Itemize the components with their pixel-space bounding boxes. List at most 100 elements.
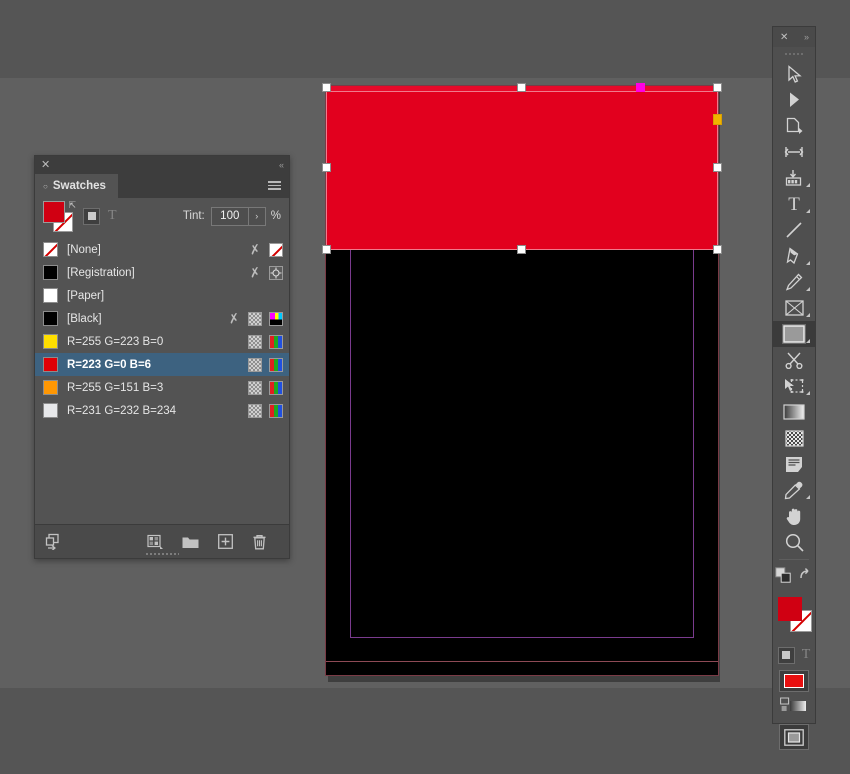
fill-stroke-proxy[interactable]: ⇱ (43, 200, 76, 232)
selection-handle-middle-right[interactable] (713, 163, 722, 172)
swatch-color-chip[interactable] (43, 334, 58, 349)
apply-color-button[interactable] (779, 670, 809, 692)
selection-handle-bottom-right[interactable] (713, 245, 722, 254)
add-to-library-icon[interactable] (45, 533, 62, 550)
screen-mode-button[interactable] (779, 724, 809, 750)
swatch-name-label: [None] (67, 243, 101, 256)
panel-footer-toolbar (35, 524, 289, 558)
selection-handle-bottom-left[interactable] (322, 245, 331, 254)
apply-gradient-none-row (773, 692, 815, 718)
selection-handle-top-right[interactable] (713, 83, 722, 92)
expand-panel-icon[interactable]: » (804, 32, 809, 42)
free-transform-tool[interactable] (773, 373, 815, 399)
collapse-panel-icon[interactable]: « (279, 160, 284, 170)
panel-menu-icon[interactable] (268, 181, 281, 191)
selection-handle-top-left[interactable] (322, 83, 331, 92)
hand-tool[interactable] (773, 503, 815, 529)
page-tool[interactable] (773, 113, 815, 139)
document-page[interactable] (325, 85, 719, 676)
dock-fill-stroke-proxy[interactable] (773, 588, 815, 644)
selection-handle-reference-point[interactable] (636, 83, 645, 92)
gap-tool[interactable] (773, 139, 815, 165)
swatch-row[interactable]: R=223 G=0 B=6 (35, 353, 289, 376)
selection-handle-bottom-center[interactable] (517, 245, 526, 254)
tools-panel-header[interactable]: ✕ » (773, 27, 815, 47)
dock-fill-swatch[interactable] (778, 597, 802, 621)
swatch-row[interactable]: R=255 G=223 B=0 (35, 330, 289, 353)
delete-swatch-icon[interactable] (252, 534, 267, 550)
line-tool[interactable] (773, 217, 815, 243)
swatch-list[interactable]: [None] ✗ [Registration] ✗ [Paper] [Black] ✗ R=2… (35, 238, 289, 524)
swatch-color-chip[interactable] (43, 242, 58, 257)
rectangle-frame-tool[interactable] (773, 295, 815, 321)
formatting-affects-group: T (83, 207, 117, 225)
swatch-row[interactable]: [Registration] ✗ (35, 261, 289, 284)
close-icon[interactable]: ✕ (780, 32, 788, 43)
swatch-color-chip[interactable] (43, 357, 58, 372)
corner-options-handle[interactable] (713, 114, 722, 125)
swatch-icon-group (248, 380, 283, 395)
gradient-feather-tool[interactable] (773, 425, 815, 451)
swatches-panel[interactable]: ✕ « ○ Swatches ⇱ T Tint: 100 › % [None] … (34, 155, 290, 559)
swatch-name-label: [Black] (67, 312, 102, 325)
swap-fill-stroke-icon[interactable]: ⇱ (68, 200, 76, 211)
content-collector-tool[interactable] (773, 165, 815, 191)
swatch-row[interactable]: [Paper] (35, 284, 289, 307)
tint-input[interactable]: 100 (211, 207, 248, 225)
selection-handle-top-center[interactable] (517, 83, 526, 92)
panel-titlebar[interactable]: ✕ « (35, 156, 289, 174)
scissors-tool[interactable] (773, 347, 815, 373)
zoom-tool[interactable] (773, 529, 815, 555)
new-color-group-icon[interactable] (147, 534, 163, 550)
tools-panel[interactable]: ✕ » T T (772, 26, 816, 750)
new-swatch-icon[interactable] (218, 534, 233, 549)
document-window[interactable] (322, 83, 722, 682)
swatch-row[interactable]: [None] ✗ (35, 238, 289, 261)
panel-resize-grip[interactable] (145, 552, 179, 556)
application-window: ✕ « ○ Swatches ⇱ T Tint: 100 › % [None] … (0, 0, 850, 774)
swatch-color-chip[interactable] (43, 265, 58, 280)
direct-selection-tool[interactable] (773, 87, 815, 113)
formatting-affects-container-icon[interactable] (83, 207, 100, 225)
eyedropper-tool[interactable] (773, 477, 815, 503)
gradient-swatch-tool[interactable] (773, 399, 815, 425)
tab-swatches[interactable]: ○ Swatches (35, 174, 118, 198)
bottom-chrome (0, 688, 850, 774)
selection-handle-middle-left[interactable] (322, 163, 331, 172)
rectangle-tool[interactable] (773, 321, 815, 347)
swatch-name-label: [Paper] (67, 289, 105, 302)
selection-tool[interactable] (773, 61, 815, 87)
formatting-affects-text-icon[interactable]: T (802, 647, 811, 663)
close-icon[interactable]: ✕ (41, 159, 50, 171)
swap-fill-stroke-icon[interactable] (799, 568, 814, 582)
swatch-color-chip[interactable] (43, 380, 58, 395)
rgb-color-mode-icon (269, 380, 283, 395)
lock-pin-icon: ✗ (248, 240, 262, 258)
pen-tool[interactable] (773, 243, 815, 269)
bleed-guide (326, 661, 718, 662)
folder-icon[interactable] (182, 535, 199, 549)
tint-field[interactable]: 100 › (210, 206, 266, 226)
swatch-row[interactable]: R=231 G=232 B=234 (35, 399, 289, 422)
panel-tab-bar[interactable]: ○ Swatches (35, 174, 289, 198)
tools-panel-drag-handle[interactable] (783, 49, 805, 59)
default-fill-stroke-icon[interactable] (774, 566, 792, 584)
rgb-color-mode-icon (269, 357, 283, 372)
swatch-color-chip[interactable] (43, 288, 58, 303)
pencil-tool[interactable] (773, 269, 815, 295)
swatch-icon-group: ✗ (227, 310, 283, 326)
swatch-color-chip[interactable] (43, 311, 58, 326)
note-tool[interactable] (773, 451, 815, 477)
tint-dropdown-icon[interactable]: › (247, 207, 265, 225)
type-tool[interactable]: T (773, 191, 815, 217)
tint-swatch-icon (248, 380, 262, 395)
formatting-affects-text-icon[interactable]: T (108, 208, 117, 224)
formatting-affects-container-icon[interactable] (777, 646, 795, 664)
swatch-row[interactable]: [Black] ✗ (35, 307, 289, 330)
swatch-icon-group (248, 357, 283, 372)
swatch-color-chip[interactable] (43, 403, 58, 418)
swatch-row[interactable]: R=255 G=151 B=3 (35, 376, 289, 399)
fill-swatch[interactable] (43, 201, 65, 223)
apply-gradient-icon (780, 697, 806, 711)
rgb-color-mode-icon (269, 334, 283, 349)
